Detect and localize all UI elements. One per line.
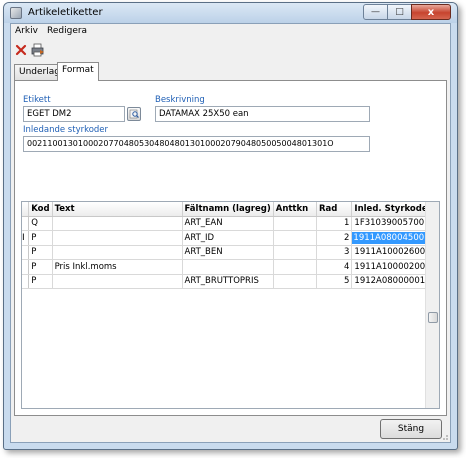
cell-rad[interactable]: 3 (316, 245, 353, 260)
table-row[interactable]: Q ART_EAN 1 1F3103900570016 (22, 216, 439, 231)
app-icon (10, 7, 22, 19)
close-window-button[interactable]: x (411, 4, 451, 20)
beskrivning-field[interactable]: DATAMAX 25X50 ean (155, 106, 370, 122)
etikett-label: Etikett (23, 95, 51, 105)
close-icon: x (427, 6, 435, 18)
cell-kod[interactable]: P (28, 230, 53, 246)
col-header-kod[interactable]: Kod (28, 202, 53, 217)
etikett-lookup-button[interactable] (127, 107, 141, 121)
cell-faltnamn[interactable]: ART_EAN (182, 216, 274, 231)
cell-rad[interactable]: 4 (316, 259, 353, 275)
maximize-button[interactable]: □ (387, 4, 412, 20)
cell-kod[interactable]: P (28, 245, 53, 260)
row-selector[interactable] (22, 274, 30, 289)
col-header-anttkn[interactable]: Anttkn (273, 202, 317, 217)
menu-arkiv[interactable]: Arkiv (15, 26, 38, 36)
cell-text[interactable]: Pris Inkl.moms (52, 259, 183, 275)
cell-text[interactable] (52, 216, 183, 231)
row-selector[interactable] (22, 245, 30, 260)
cell-faltnamn[interactable] (182, 259, 274, 275)
selected-text[interactable]: 1911A0800450016 (352, 231, 436, 244)
toolbar (11, 40, 450, 60)
window-title: Artikeletiketter (28, 7, 103, 18)
table-row[interactable]: P Pris Inkl.moms 4 1911A1000020016 (22, 259, 439, 275)
table-row[interactable]: I P ART_ID 2 1911A0800450016 (22, 230, 439, 246)
cell-anttkn[interactable] (273, 245, 317, 260)
cell-rad[interactable]: 1 (316, 216, 353, 231)
delete-icon[interactable] (14, 43, 28, 57)
row-selector-header (22, 202, 30, 217)
grid-table: Kod Text Fältnamn (lagreg) Anttkn Rad In… (22, 202, 439, 289)
resize-grip-icon[interactable] (439, 431, 449, 441)
title-bar: Artikeletiketter — □ x (4, 3, 457, 23)
cell-text[interactable] (52, 230, 183, 246)
client-area: Arkiv Redigera Underlag Format Etikett E… (10, 23, 451, 443)
etikett-field[interactable]: EGET DM2 (23, 106, 125, 122)
grid-vertical-scrollbar[interactable] (425, 202, 439, 408)
main-window: Artikeletiketter — □ x Arkiv Redigera Un… (3, 2, 458, 450)
col-header-text[interactable]: Text (52, 202, 183, 217)
row-selector[interactable] (22, 216, 30, 231)
print-icon[interactable] (31, 43, 45, 57)
grid-header-row: Kod Text Fältnamn (lagreg) Anttkn Rad In… (22, 202, 439, 217)
cell-anttkn[interactable] (273, 274, 317, 289)
cell-faltnamn[interactable]: ART_BEN (182, 245, 274, 260)
etikett-grid: Kod Text Fältnamn (lagreg) Anttkn Rad In… (21, 201, 440, 409)
tab-format[interactable]: Format (57, 62, 99, 81)
menu-redigera[interactable]: Redigera (47, 26, 87, 36)
stang-button[interactable]: Stäng (380, 419, 442, 439)
format-panel: Etikett EGET DM2 Beskrivning DATAMAX 25X… (14, 80, 447, 416)
cell-kod[interactable]: P (28, 274, 53, 289)
cell-text[interactable] (52, 245, 183, 260)
col-header-rad[interactable]: Rad (316, 202, 353, 217)
table-row[interactable]: P ART_BEN 3 1911A1000260016 (22, 245, 439, 260)
tab-strip: Underlag Format (11, 62, 450, 81)
inledande-field[interactable]: 0021100130100020770480530480480130100020… (23, 136, 370, 152)
col-header-faltnamn[interactable]: Fältnamn (lagreg) (182, 202, 274, 217)
cell-kod[interactable]: Q (28, 216, 53, 231)
cell-rad[interactable]: 5 (316, 274, 353, 289)
row-selector[interactable] (22, 259, 30, 275)
scroll-thumb[interactable] (428, 312, 438, 323)
inledande-label: Inledande styrkoder (23, 125, 109, 135)
lookup-icon (129, 109, 139, 119)
cell-faltnamn[interactable]: ART_ID (182, 230, 274, 246)
beskrivning-label: Beskrivning (155, 95, 205, 105)
window-controls: — □ x (363, 4, 451, 20)
cell-kod[interactable]: P (28, 259, 53, 275)
menu-bar: Arkiv Redigera (11, 24, 450, 40)
cell-faltnamn[interactable]: ART_BRUTTOPRIS (182, 274, 274, 289)
table-row[interactable]: P ART_BRUTTOPRIS 5 1912A0800000140 (22, 274, 439, 289)
row-selector-current[interactable]: I (22, 230, 30, 246)
cell-anttkn[interactable] (273, 259, 317, 275)
minimize-button[interactable]: — (363, 4, 388, 20)
cell-anttkn[interactable] (273, 216, 317, 231)
cell-rad[interactable]: 2 (316, 230, 353, 246)
maximize-icon: □ (395, 7, 404, 17)
cell-anttkn[interactable] (273, 230, 317, 246)
cell-text[interactable] (52, 274, 183, 289)
minimize-icon: — (371, 7, 380, 17)
